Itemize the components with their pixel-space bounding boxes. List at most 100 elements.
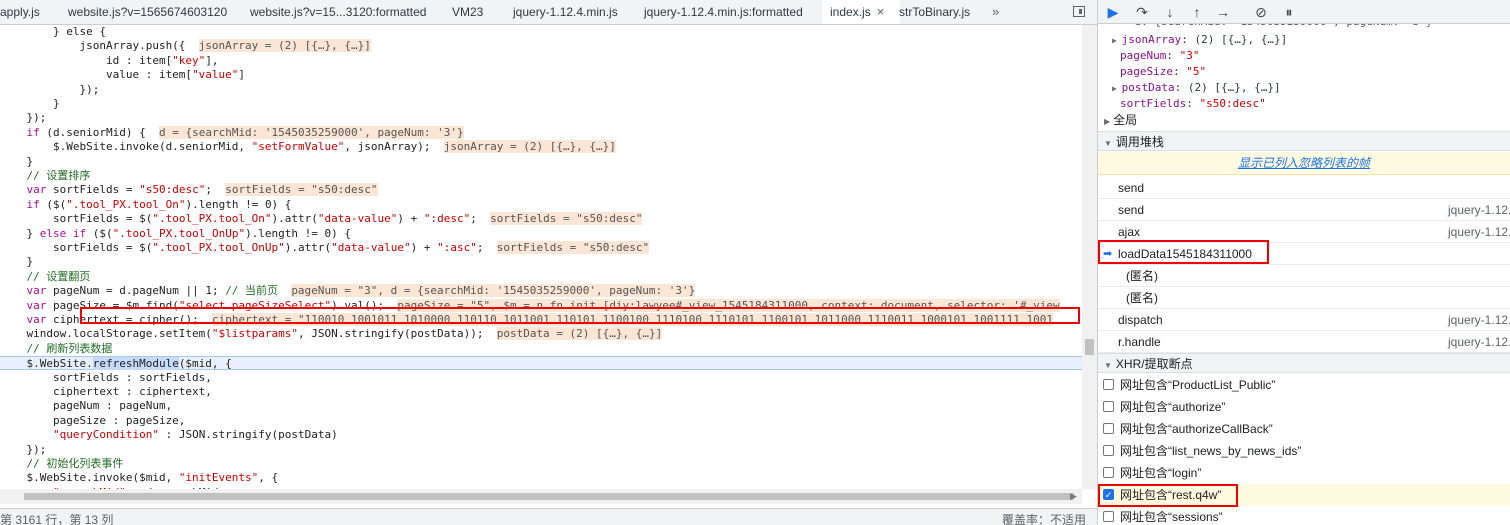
frame-location[interactable]: jquery-1.12. <box>1448 221 1510 243</box>
code-line[interactable]: // 设置翻页 <box>0 270 1082 284</box>
code-line[interactable]: // 刷新列表数据 <box>0 342 1082 356</box>
checkbox[interactable] <box>1103 379 1114 390</box>
scope-variable[interactable]: ▶ postData: (2) [{…}, {…}] <box>1112 80 1281 96</box>
code-line[interactable]: // 设置排序 <box>0 169 1082 183</box>
step-out-icon[interactable]: ↑ <box>1188 3 1206 21</box>
callstack-frame[interactable]: r.handle jquery-1.12. <box>1098 331 1510 353</box>
checkbox[interactable] <box>1103 423 1114 434</box>
tab-index-js[interactable]: index.js × <box>822 0 900 24</box>
callstack-frame[interactable]: send jquery-1.12. <box>1098 199 1510 221</box>
code-token: id : item[ <box>0 53 173 67</box>
tab-website-js[interactable]: website.js?v=1565674603120 <box>68 0 233 24</box>
checkbox[interactable] <box>1103 401 1114 412</box>
tab-website-js-formatted[interactable]: website.js?v=15...3120:formatted <box>250 0 435 24</box>
tab-vm23[interactable]: VM23 <box>452 0 497 24</box>
code-line[interactable]: }); <box>0 83 1082 97</box>
code-line[interactable]: "queryCondition" : JSON.stringify(postDa… <box>0 428 1082 442</box>
checkbox[interactable] <box>1103 467 1114 478</box>
global-scope[interactable]: ▶ 全局 <box>1098 112 1137 129</box>
xhr-breakpoint[interactable]: 网址包含“login” <box>1098 462 1510 484</box>
xhr-breakpoint[interactable]: 网址包含“ProductList_Public” <box>1098 374 1510 396</box>
vertical-scrollbar[interactable] <box>1082 25 1097 489</box>
code-area[interactable]: } else { jsonArray.push({ jsonArray = (2… <box>0 25 1082 489</box>
resume-icon[interactable]: ▶ <box>1104 3 1122 21</box>
tab-jquery-min[interactable]: jquery-1.12.4.min.js <box>513 0 633 24</box>
coverage-status[interactable]: 覆盖率：不适用 <box>1002 511 1086 525</box>
show-ignored-frames-link[interactable]: 显示已列入忽略列表的帧 <box>1238 156 1370 170</box>
code-line[interactable]: id : item["key"], <box>0 54 1082 68</box>
xhr-breakpoint[interactable]: 网址包含“list_news_by_news_ids” <box>1098 440 1510 462</box>
code-line[interactable]: pageNum : pageNum, <box>0 399 1082 413</box>
callstack-frame[interactable]: (匿名) <box>1098 287 1510 309</box>
code-line[interactable]: sortFields = $(".tool_PX.tool_OnUp").att… <box>0 241 1082 255</box>
more-tabs-icon[interactable]: » <box>992 0 999 24</box>
horizontal-scrollbar[interactable]: ▶ <box>0 489 1082 504</box>
frame-location[interactable]: jquery-1.12. <box>1448 309 1510 331</box>
tab-jquery-min-formatted[interactable]: jquery-1.12.4.min.js:formatted <box>644 0 814 24</box>
step-over-icon[interactable]: ↷ <box>1133 3 1151 21</box>
code-line[interactable]: sortFields : sortFields, <box>0 371 1082 385</box>
callstack-frame[interactable]: (匿名) <box>1098 265 1510 287</box>
code-token: $.WebSite.invoke(d.seniorMid, <box>0 140 252 154</box>
tab-label: strToBinary.js <box>899 5 971 19</box>
xhr-breakpoint[interactable]: 网址包含“authorizeCallBack” <box>1098 418 1510 440</box>
scope-variable[interactable]: pageNum: "3" <box>1120 48 1199 64</box>
code-line[interactable]: var sortFields = "s50:desc"; sortFields … <box>0 183 1082 197</box>
scope-variable[interactable]: ▶ jsonArray: (2) [{…}, {…}] <box>1112 32 1287 48</box>
code-line[interactable]: if ($(".tool_PX.tool_On").length != 0) { <box>0 198 1082 212</box>
code-token: ], <box>205 53 219 67</box>
scrollbar-thumb[interactable] <box>24 493 1074 500</box>
frame-location[interactable]: jquery-1.12. <box>1448 199 1510 221</box>
show-ignored-frames: 显示已列入忽略列表的帧 <box>1098 152 1510 175</box>
toggle-sidebar-icon[interactable] <box>1073 6 1085 17</box>
code-line[interactable]: value : item["value"] <box>0 68 1082 82</box>
scope-variable[interactable]: pageSize: "5" <box>1120 64 1206 80</box>
status-bar: 第 3161 行，第 13 列 覆盖率：不适用 <box>0 508 1097 525</box>
code-token: if <box>26 125 40 139</box>
code-line[interactable]: } <box>0 155 1082 169</box>
callstack-frame[interactable]: dispatch jquery-1.12. <box>1098 309 1510 331</box>
tab-label: index.js <box>830 5 871 19</box>
frame-location[interactable]: jquery-1.12. <box>1448 331 1510 353</box>
code-line[interactable]: } <box>0 255 1082 269</box>
code-line[interactable]: if (d.seniorMid) { d = {searchMid: '1545… <box>0 125 1082 140</box>
code-line[interactable]: sortFields = $(".tool_PX.tool_On").attr(… <box>0 212 1082 226</box>
xhr-breakpoint[interactable]: 网址包含“sessions” <box>1098 506 1510 525</box>
code-line[interactable]: $.WebSite.invoke(d.seniorMid, "setFormVa… <box>0 140 1082 154</box>
xhr-breakpoints-header[interactable]: ▼ XHR/提取断点 <box>1098 353 1510 373</box>
code-line[interactable]: // 初始化列表事件 <box>0 457 1082 471</box>
tab-strtobinary-js[interactable]: strToBinary.js <box>899 0 984 24</box>
callstack-frame[interactable]: send <box>1098 177 1510 199</box>
checkbox[interactable] <box>1103 511 1114 522</box>
code-line[interactable]: } <box>0 97 1082 111</box>
deactivate-breakpoints-icon[interactable]: ⊘ <box>1252 3 1270 21</box>
code-line[interactable]: } else if ($(".tool_PX.tool_OnUp").lengt… <box>0 227 1082 241</box>
code-line[interactable]: pageSize : pageSize, <box>0 414 1082 428</box>
step-icon[interactable]: → <box>1214 3 1232 21</box>
scrollbar-thumb[interactable] <box>1085 339 1094 355</box>
code-line[interactable]: var pageNum = d.pageNum || 1; // 当前页 pag… <box>0 284 1082 298</box>
code-token: ":asc" <box>437 241 477 254</box>
pause-on-exceptions-icon[interactable]: ⏸ <box>1280 3 1298 21</box>
code-line[interactable]: jsonArray.push({ jsonArray = (2) [{…}, {… <box>0 39 1082 53</box>
code-line[interactable]: $.WebSite.invoke($mid, "initEvents", { <box>0 471 1082 485</box>
tab-apply-js[interactable]: apply.js <box>0 0 50 24</box>
inline-value-preview: sortFields = "s50:desc" <box>225 183 378 197</box>
step-into-icon[interactable]: ↓ <box>1161 3 1179 21</box>
frame-function-name: (匿名) <box>1126 291 1158 305</box>
checkbox[interactable] <box>1103 445 1114 456</box>
scope-variable[interactable]: sortFields: "s50:desc" <box>1120 96 1266 112</box>
code-line[interactable]: }); <box>0 111 1082 125</box>
callstack-header[interactable]: ▼ 调用堆栈 <box>1098 131 1510 151</box>
code-line[interactable]: ciphertext : ciphertext, <box>0 385 1082 399</box>
code-line[interactable]: $.WebSite.refreshModule($mid, { <box>0 356 1082 371</box>
xhr-breakpoint[interactable]: 网址包含“authorize” <box>1098 396 1510 418</box>
tab-label: VM23 <box>452 5 484 19</box>
code-line[interactable]: window.localStorage.setItem("$listparams… <box>0 327 1082 341</box>
code-line[interactable]: }); <box>0 443 1082 457</box>
close-icon[interactable]: × <box>877 4 885 19</box>
variable-value: "5" <box>1186 65 1207 78</box>
code-line[interactable]: } else { <box>0 25 1082 39</box>
scroll-right-icon[interactable]: ▶ <box>1070 491 1077 502</box>
